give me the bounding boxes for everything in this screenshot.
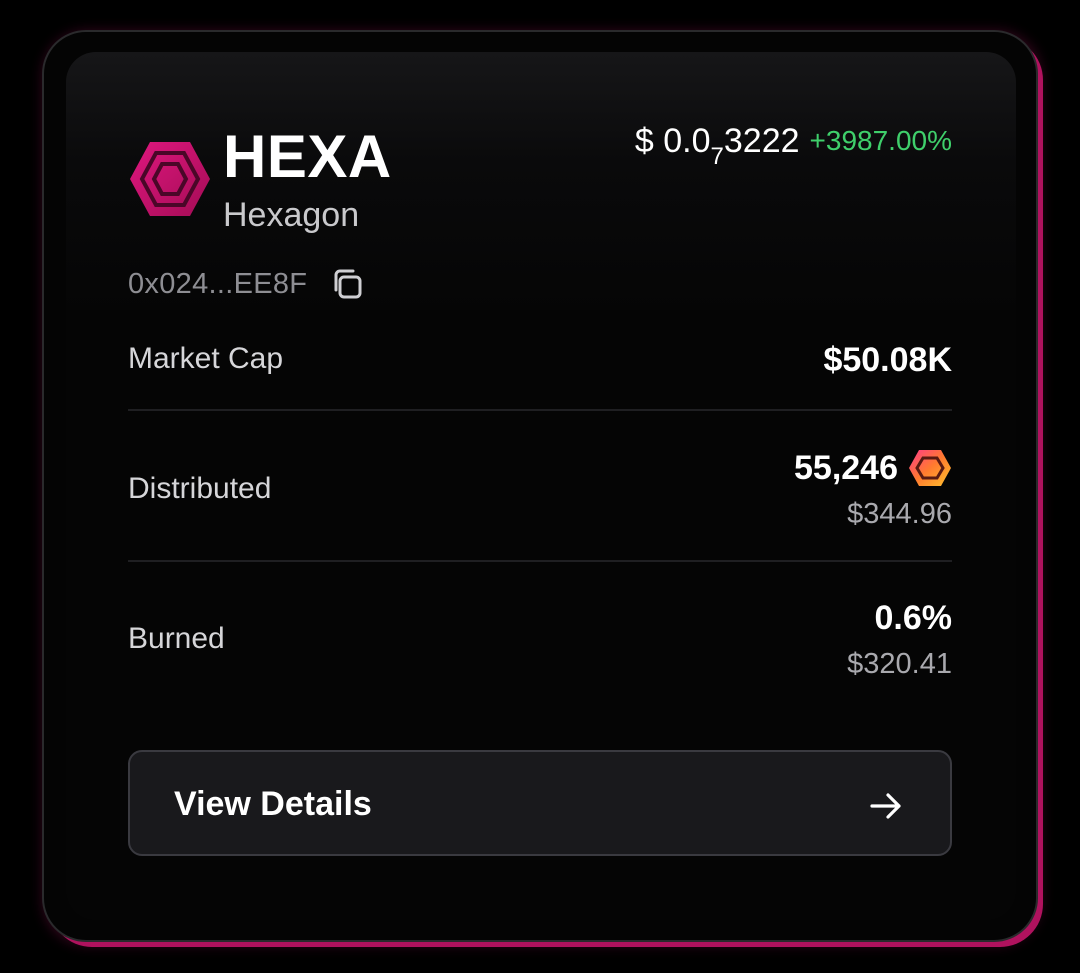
burned-label: Burned <box>128 622 225 655</box>
divider <box>128 560 952 562</box>
contract-address: 0x024...EE8F <box>128 267 308 300</box>
price-zero-count: 7 <box>710 143 724 170</box>
distributed-value: 55,246 <box>794 449 898 487</box>
market-cap-row: Market Cap $50.08K <box>128 340 952 386</box>
distributed-usd: $344.96 <box>847 498 952 530</box>
price-digits: 3222 <box>723 122 800 160</box>
view-details-button[interactable]: View Details <box>128 750 952 856</box>
token-price: $ 0.073222 <box>634 120 800 169</box>
copy-icon <box>334 269 362 299</box>
distributed-label: Distributed <box>128 472 272 505</box>
price-block: $ 0.073222 +3987.00% <box>635 120 952 170</box>
token-symbol: HEXA <box>223 123 392 190</box>
contract-address-row: 0x024...EE8F <box>128 264 367 304</box>
arrow-right-icon <box>870 793 901 819</box>
token-name: Hexagon <box>223 196 360 234</box>
distributed-row: Distributed 55,246 $344.96 <box>128 448 952 538</box>
price-currency: $ <box>634 122 654 160</box>
hex-coin-icon <box>909 450 951 486</box>
market-cap-label: Market Cap <box>128 342 284 375</box>
hexagon-logo-icon <box>130 142 210 216</box>
divider <box>128 409 952 411</box>
price-change: +3987.00% <box>809 125 952 156</box>
price-prefix: 0.0 <box>663 122 711 160</box>
view-details-label: View Details <box>174 785 372 823</box>
distributed-value-line: 55,246 <box>794 448 952 488</box>
burned-usd: $320.41 <box>847 648 952 680</box>
burned-value: 0.6% <box>874 599 953 637</box>
copy-address-button[interactable] <box>327 264 367 304</box>
burned-row: Burned 0.6% $320.41 <box>128 598 952 688</box>
market-cap-value: $50.08K <box>823 341 952 379</box>
